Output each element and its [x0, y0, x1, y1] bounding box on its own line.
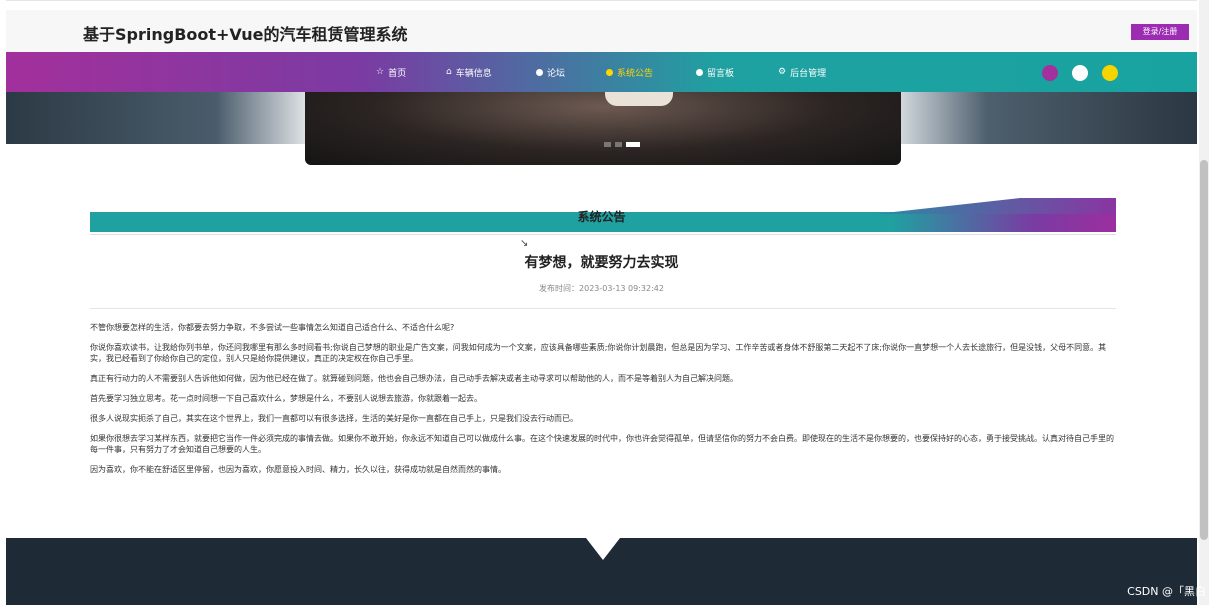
scrollbar-thumb[interactable] — [1200, 160, 1208, 540]
main-nav: ☆ 首页 ⌂ 车辆信息 论坛 系统公告 留言板 ⚙ 后台管理 — [6, 52, 1197, 92]
theme-purple-dot[interactable] — [1042, 65, 1058, 81]
nav-item-label: 系统公告 — [617, 68, 654, 79]
nav-item-label: 首页 — [388, 68, 407, 79]
nav-item-announcements[interactable]: 系统公告 — [606, 64, 653, 80]
article-paragraph: 因为喜欢，你不能在舒适区里停留，也因为喜欢，你愿意投入时间、精力，长久以往，获得… — [90, 465, 506, 474]
nav-item-label: 后台管理 — [790, 68, 827, 79]
divider — [90, 308, 1116, 309]
article-publish-time: 发布时间：2023-03-13 09:32:42 — [539, 284, 664, 293]
nav-item-guestbook[interactable]: 留言板 — [696, 64, 734, 80]
carousel-slide[interactable] — [305, 92, 901, 165]
nav-item-admin[interactable]: ⚙ 后台管理 — [778, 64, 826, 80]
article-paragraph: 如果你很想去学习某样东西，就要把它当作一件必须完成的事情去做。如果你不敢开始，你… — [90, 434, 1114, 454]
publish-label: 发布时间 — [539, 284, 572, 293]
site-title: 基于SpringBoot+Vue的汽车租赁管理系统 — [83, 25, 408, 44]
star-icon: ☆ — [376, 67, 385, 77]
login-register-button[interactable]: 登录/注册 — [1131, 24, 1189, 40]
nav-item-home[interactable]: ☆ 首页 — [376, 64, 406, 80]
article-paragraph: 不管你想要怎样的生活，你都要去努力争取，不多尝试一些事情怎么知道自己适合什么、不… — [90, 323, 455, 332]
dot-icon — [536, 68, 543, 76]
car-image — [605, 92, 673, 106]
banner-car-left — [6, 92, 306, 144]
carousel-dot[interactable] — [615, 142, 622, 147]
top-strip — [6, 0, 1197, 9]
dot-icon — [606, 68, 613, 76]
publish-time: 2023-03-13 09:32:42 — [579, 284, 664, 293]
article-paragraph: 首先要学习独立思考。花一点时间想一下自己喜欢什么，梦想是什么，不要别人说想去旅游… — [90, 394, 482, 403]
carousel-indicators — [604, 142, 640, 147]
article-paragraph: 你说你喜欢读书，让我给你列书单，你还问我哪里有那么多时间看书;你说自己梦想的职业… — [90, 343, 1107, 363]
article-title: 有梦想，就要努力去实现 — [524, 255, 679, 271]
theme-white-dot[interactable] — [1072, 65, 1088, 81]
nav-item-label: 留言板 — [707, 68, 735, 79]
nav-item-label: 车辆信息 — [455, 68, 492, 79]
carousel-dot-active[interactable] — [626, 142, 640, 147]
banner-car-right — [897, 92, 1197, 144]
watermark: CSDN @「黑白 — [1127, 585, 1206, 598]
car-icon: ⌂ — [446, 67, 452, 77]
carousel-dot[interactable] — [604, 142, 611, 147]
browser-viewport: 基于SpringBoot+Vue的汽车租赁管理系统 登录/注册 ☆ 首页 ⌂ 车… — [6, 0, 1197, 605]
theme-yellow-dot[interactable] — [1102, 65, 1118, 81]
dot-icon — [696, 68, 703, 76]
article-paragraph: 真正有行动力的人不需要别人告诉他如何做，因为他已经在做了。就算碰到问题，他也会自… — [90, 374, 738, 383]
mouse-cursor-icon: ↘ — [520, 238, 529, 249]
site-header: 基于SpringBoot+Vue的汽车租赁管理系统 登录/注册 — [6, 10, 1197, 52]
nav-item-forum[interactable]: 论坛 — [536, 64, 565, 80]
article-content: 不管你想要怎样的生活，你都要去努力争取，不多尝试一些事情怎么知道自己适合什么、不… — [90, 322, 1120, 484]
section-title: 系统公告 — [577, 210, 626, 224]
gear-icon: ⚙ — [778, 67, 787, 77]
nav-item-cars[interactable]: ⌂ 车辆信息 — [446, 64, 492, 80]
article-paragraph: 很多人说现实扼杀了自己，其实在这个世界上，我们一直都可以有很多选择，生活的美好是… — [90, 414, 578, 423]
divider — [90, 234, 1116, 235]
nav-item-label: 论坛 — [547, 68, 566, 79]
